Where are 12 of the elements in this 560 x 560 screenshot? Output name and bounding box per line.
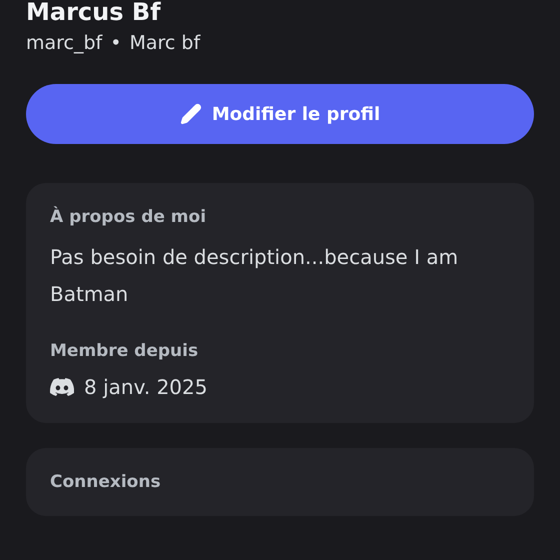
about-heading: À propos de moi: [50, 207, 208, 227]
separator: •: [110, 32, 122, 54]
username: marc_bf: [26, 32, 102, 54]
display-name: Marcus Bf: [26, 0, 162, 26]
member-since-heading: Membre depuis: [50, 341, 200, 361]
logo-icon: [50, 378, 74, 396]
about-text: Pas besoin de description...because I am Batman: [50, 244, 460, 308]
pencil-icon: [180, 103, 202, 125]
global-name: Marc bf: [129, 32, 200, 54]
member-since-date: 8 janv. 2025: [84, 375, 208, 399]
connections-heading: Connexions: [50, 472, 162, 492]
edit-profile-button[interactable]: Modifier le profil: [26, 84, 534, 144]
